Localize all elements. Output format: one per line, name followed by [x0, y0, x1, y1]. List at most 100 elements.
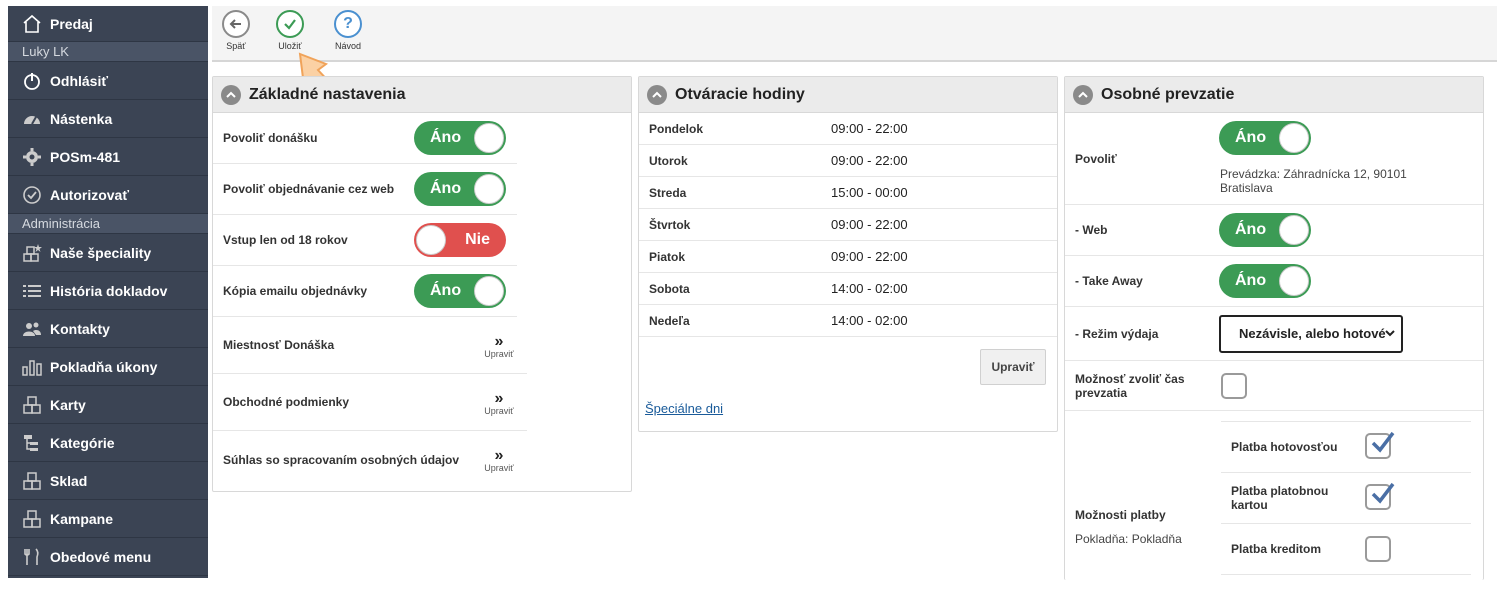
- payment-row: Platba platobnou kartou: [1221, 473, 1471, 524]
- edit-delivery-room-button[interactable]: » Upraviť: [479, 334, 519, 360]
- row-label: - Take Away: [1075, 274, 1143, 288]
- checkmark-icon: [1371, 482, 1395, 504]
- pickup-allow-toggle[interactable]: Áno: [1219, 121, 1311, 155]
- toggle-label: Áno: [430, 180, 462, 197]
- row-label: Povoliť: [1075, 151, 1117, 166]
- sidebar-item-label: História dokladov: [50, 282, 168, 299]
- sidebar-item-categories[interactable]: Kategórie: [8, 424, 208, 462]
- home-icon: [20, 13, 44, 35]
- sidebar-item-label: Nástenka: [50, 110, 113, 127]
- personal-pickup-panel: Osobné prevzatie Povoliť Áno Prevádzka: …: [1064, 76, 1484, 580]
- sidebar-item-campaigns[interactable]: Kampane: [8, 500, 208, 538]
- hours-row: Piatok 09:00 - 22:00: [639, 241, 1057, 273]
- gear-icon: [20, 146, 44, 168]
- allow-web-orders-toggle[interactable]: Áno: [414, 172, 506, 206]
- checkmark-icon: [1371, 431, 1395, 453]
- hours-row: Streda 15:00 - 00:00: [639, 177, 1057, 209]
- edit-label: Upraviť: [484, 406, 514, 416]
- special-days-link[interactable]: Špeciálne dni: [645, 401, 723, 416]
- sidebar-item-stock[interactable]: Sklad: [8, 462, 208, 500]
- row-pickup-web: - Web Áno: [1065, 205, 1483, 256]
- edit-label: Upraviť: [484, 349, 514, 359]
- payment-label: Možnosti platby: [1075, 508, 1166, 522]
- sidebar-item-label: Pokladňa úkony: [50, 358, 158, 375]
- save-button[interactable]: Uložiť: [270, 10, 310, 51]
- payment-option-label: Platba hotovosťou: [1231, 440, 1338, 454]
- payment-card-checkbox[interactable]: [1365, 482, 1395, 510]
- sidebar-admin-header: Administrácia: [8, 214, 208, 234]
- sidebar-item-label: Naše špeciality: [50, 244, 152, 261]
- row-delivery-room: Miestnosť Donáška » Upraviť: [213, 317, 527, 374]
- edit-hours-button[interactable]: Upraviť: [980, 349, 1046, 385]
- sidebar-item-cashdesk[interactable]: Pokladňa úkony: [8, 348, 208, 386]
- time-value: 14:00 - 02:00: [831, 313, 908, 328]
- boxes-icon: [20, 508, 44, 530]
- row-gdpr: Súhlas so spracovaním osobných údajov » …: [213, 431, 527, 488]
- payment-sub-label: Pokladňa: Pokladňa: [1075, 532, 1182, 546]
- users-icon: [20, 318, 44, 340]
- sidebar-item-label: Predaj: [50, 15, 93, 32]
- chevron-up-icon[interactable]: [221, 84, 241, 105]
- back-button[interactable]: Späť: [216, 10, 256, 51]
- panel-title: Základné nastavenia: [249, 85, 406, 103]
- check-icon: [276, 10, 304, 38]
- sidebar-item-history[interactable]: História dokladov: [8, 272, 208, 310]
- opening-hours-header[interactable]: Otváracie hodiny: [639, 77, 1057, 113]
- sidebar-item-contacts[interactable]: Kontakty: [8, 310, 208, 348]
- day-label: Štvrtok: [649, 217, 691, 232]
- day-label: Sobota: [649, 281, 690, 296]
- row-email-copy: Kópia emailu objednávky Áno: [213, 266, 517, 317]
- sidebar: Predaj Luky LK Odhlásiť Nástenka POSm-48…: [8, 6, 208, 578]
- boxes-star-icon: [20, 242, 44, 264]
- toggle-knob: [474, 123, 504, 153]
- sidebar-item-lunch-menu[interactable]: Obedové menu: [8, 538, 208, 576]
- arrow-left-icon: [222, 10, 250, 38]
- toggle-knob: [474, 174, 504, 204]
- boxes-icon: [20, 470, 44, 492]
- sidebar-item-predaj[interactable]: Predaj: [8, 6, 208, 42]
- sidebar-item-logout[interactable]: Odhlásiť: [8, 62, 208, 100]
- pickup-mode-select[interactable]: Nezávisle, alebo hotové: [1219, 315, 1403, 353]
- sidebar-item-label: Karty: [50, 396, 86, 413]
- hours-row: Štvrtok 09:00 - 22:00: [639, 209, 1057, 241]
- tree-icon: [20, 432, 44, 454]
- row-label: Možnosť zvoliť čas prevzatia: [1075, 372, 1185, 400]
- boxes-icon: [20, 394, 44, 416]
- hours-row: Pondelok 09:00 - 22:00: [639, 113, 1057, 145]
- edit-gdpr-button[interactable]: » Upraviť: [479, 448, 519, 474]
- chevron-up-icon[interactable]: [647, 84, 667, 105]
- pickup-time-checkbox[interactable]: [1221, 373, 1247, 399]
- row-label: Vstup len od 18 rokov: [223, 233, 348, 247]
- age-18-toggle[interactable]: Nie: [414, 223, 506, 257]
- sidebar-item-label: Kampane: [50, 510, 114, 527]
- time-value: 09:00 - 22:00: [831, 153, 908, 168]
- chevron-up-icon[interactable]: [1073, 84, 1093, 105]
- sidebar-item-label: Kontakty: [50, 320, 110, 337]
- payment-row: Platba kreditom: [1221, 524, 1471, 575]
- check-circle-icon: [20, 184, 44, 206]
- basic-settings-header[interactable]: Základné nastavenia: [213, 77, 631, 113]
- sidebar-item-authorize[interactable]: Autorizovať: [8, 176, 208, 214]
- row-label-line2: prevzatia: [1075, 385, 1128, 400]
- pickup-takeaway-toggle[interactable]: Áno: [1219, 264, 1311, 298]
- edit-label: Upraviť: [484, 463, 514, 473]
- payment-credit-checkbox[interactable]: [1365, 536, 1391, 562]
- sidebar-item-posm[interactable]: POSm-481: [8, 138, 208, 176]
- toggle-label: Áno: [430, 282, 462, 299]
- payment-option-label: Platba kreditom: [1231, 542, 1322, 556]
- email-copy-toggle[interactable]: Áno: [414, 274, 506, 308]
- help-button[interactable]: ? Návod: [328, 10, 368, 51]
- personal-pickup-header[interactable]: Osobné prevzatie: [1065, 77, 1483, 113]
- sidebar-item-label: Kategórie: [50, 434, 115, 451]
- allow-delivery-toggle[interactable]: Áno: [414, 121, 506, 155]
- sidebar-item-dashboard[interactable]: Nástenka: [8, 100, 208, 138]
- sidebar-item-label: Sklad: [50, 472, 88, 489]
- payment-cash-checkbox[interactable]: [1365, 431, 1395, 459]
- toggle-label: Áno: [430, 129, 462, 146]
- edit-terms-button[interactable]: » Upraviť: [479, 391, 519, 417]
- pickup-web-toggle[interactable]: Áno: [1219, 213, 1311, 247]
- row-label-line1: Možnosť zvoliť čas: [1075, 371, 1185, 386]
- sidebar-item-cards[interactable]: Karty: [8, 386, 208, 424]
- time-value: 09:00 - 22:00: [831, 121, 908, 136]
- sidebar-item-specialities[interactable]: Naše špeciality: [8, 234, 208, 272]
